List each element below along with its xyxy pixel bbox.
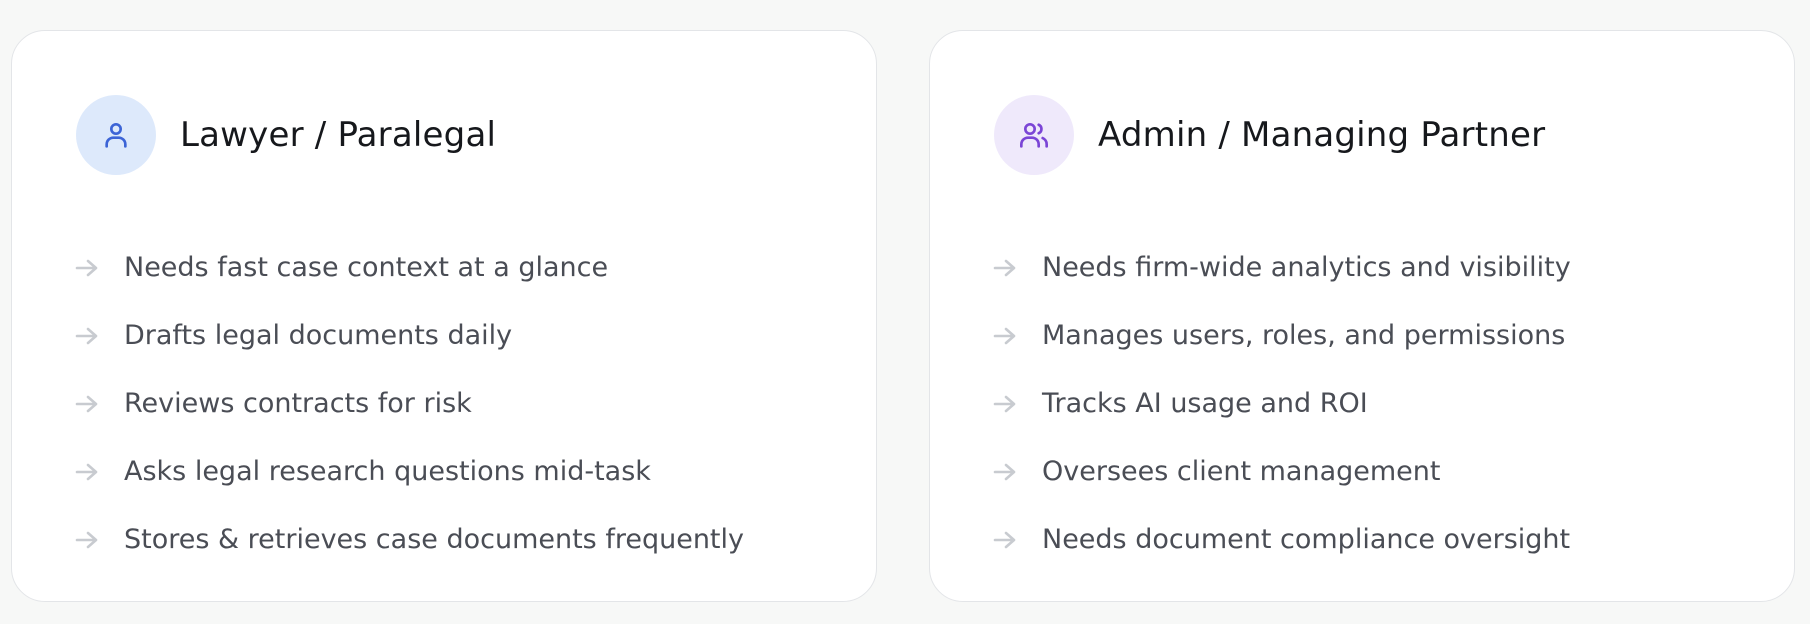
list-item: Reviews contracts for risk (74, 389, 744, 457)
list-item-text: Oversees client management (1042, 456, 1441, 487)
list-item-text: Needs firm-wide analytics and visibility (1042, 252, 1571, 283)
responsibility-list: Needs firm-wide analytics and visibility… (992, 253, 1571, 593)
arrow-right-icon (74, 525, 124, 555)
list-item-text: Manages users, roles, and permissions (1042, 320, 1566, 351)
persona-card-lawyer: Lawyer / Paralegal Needs fast case conte… (11, 30, 877, 602)
arrow-right-icon (992, 321, 1042, 351)
list-item: Oversees client management (992, 457, 1571, 525)
list-item: Tracks AI usage and ROI (992, 389, 1571, 457)
user-icon (76, 95, 156, 175)
list-item: Needs document compliance oversight (992, 525, 1571, 593)
arrow-right-icon (74, 389, 124, 419)
arrow-right-icon (74, 321, 124, 351)
users-icon (994, 95, 1074, 175)
list-item-text: Stores & retrieves case documents freque… (124, 524, 744, 555)
arrow-right-icon (74, 457, 124, 487)
responsibility-list: Needs fast case context at a glance Draf… (74, 253, 744, 593)
card-header: Admin / Managing Partner (994, 95, 1545, 175)
list-item: Needs firm-wide analytics and visibility (992, 253, 1571, 321)
card-title: Admin / Managing Partner (1098, 115, 1546, 155)
list-item: Needs fast case context at a glance (74, 253, 744, 321)
list-item-text: Reviews contracts for risk (124, 388, 472, 419)
list-item-text: Drafts legal documents daily (124, 320, 513, 351)
list-item: Drafts legal documents daily (74, 321, 744, 389)
arrow-right-icon (992, 525, 1042, 555)
arrow-right-icon (74, 253, 124, 283)
list-item: Asks legal research questions mid-task (74, 457, 744, 525)
card-title: Lawyer / Paralegal (180, 115, 497, 155)
list-item: Stores & retrieves case documents freque… (74, 525, 744, 593)
list-item: Manages users, roles, and permissions (992, 321, 1571, 389)
arrow-right-icon (992, 253, 1042, 283)
list-item-text: Asks legal research questions mid-task (124, 456, 651, 487)
list-item-text: Tracks AI usage and ROI (1042, 388, 1368, 419)
list-item-text: Needs fast case context at a glance (124, 252, 609, 283)
arrow-right-icon (992, 457, 1042, 487)
card-header: Lawyer / Paralegal (76, 95, 496, 175)
persona-card-admin: Admin / Managing Partner Needs firm-wide… (929, 30, 1795, 602)
list-item-text: Needs document compliance oversight (1042, 524, 1571, 555)
arrow-right-icon (992, 389, 1042, 419)
